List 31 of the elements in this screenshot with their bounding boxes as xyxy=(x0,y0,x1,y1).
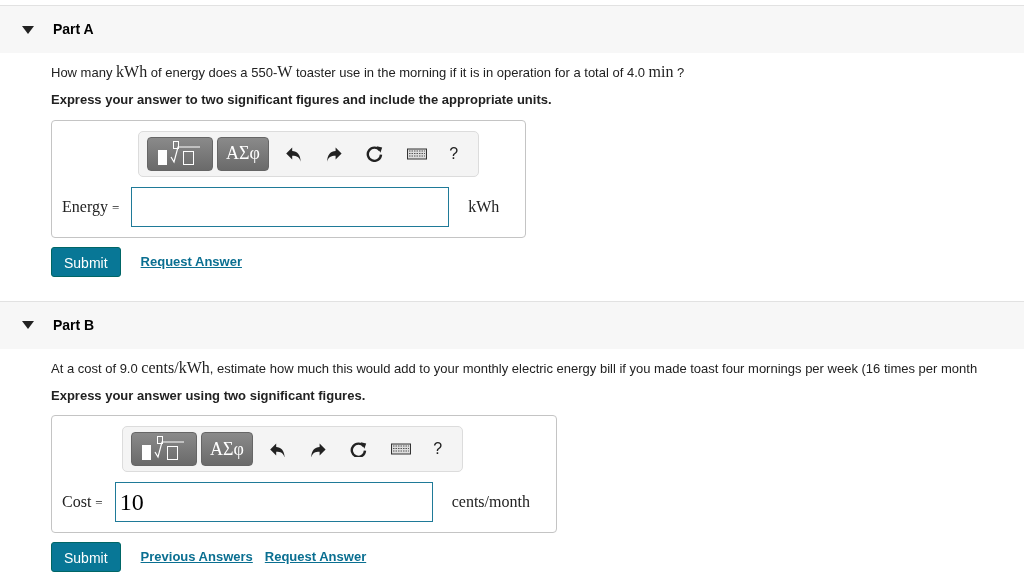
unit-text: cents/month xyxy=(451,492,530,512)
answer-link[interactable]: Request Answer xyxy=(140,251,242,272)
greek-symbols-button[interactable]: ΑΣφ xyxy=(201,432,253,466)
caret-icon xyxy=(22,321,34,329)
answer-field[interactable] xyxy=(131,186,450,227)
submit-button[interactable]: Submit xyxy=(51,542,121,572)
redo-icon[interactable] xyxy=(325,145,343,162)
answer-link[interactable]: Previous Answers xyxy=(140,547,253,567)
question-text: How many kWh of energy does a 550-W toaster use in the morning if it is in operation for a total of 4.0 min ? xyxy=(51,62,686,82)
reset-icon[interactable] xyxy=(366,145,384,162)
instruction-text: Express your answer using two significant figures. xyxy=(51,386,367,405)
keyboard-icon[interactable] xyxy=(407,145,428,162)
help-button[interactable]: ? xyxy=(433,437,443,461)
undo-icon[interactable] xyxy=(284,145,302,162)
unit-text: kWh xyxy=(468,196,500,217)
answer-label: Energy = xyxy=(62,196,120,218)
instruction-text: Express your answer to two significant figures and include the appropriate units. xyxy=(51,91,553,109)
part-header[interactable]: Part A xyxy=(0,6,1024,53)
greek-symbols-button[interactable]: ΑΣφ xyxy=(217,136,269,171)
answer-label: Cost = xyxy=(62,492,103,512)
part-header[interactable]: Part B xyxy=(0,301,1024,349)
submit-button[interactable]: Submit xyxy=(51,246,121,277)
help-button[interactable]: ? xyxy=(449,141,459,166)
question-text: At a cost of 9.0 cents/kWh, estimate how much this would add to your monthly electric energy bill if you made toast four mornings per week (16 times per month xyxy=(51,357,979,378)
answer-link[interactable]: Request Answer xyxy=(264,547,367,567)
template-button[interactable] xyxy=(131,432,197,466)
template-button[interactable] xyxy=(147,136,213,171)
reset-icon[interactable] xyxy=(350,440,368,458)
keyboard-icon[interactable] xyxy=(391,441,412,457)
answer-field[interactable]: 10 xyxy=(114,482,433,522)
caret-icon xyxy=(22,25,34,34)
